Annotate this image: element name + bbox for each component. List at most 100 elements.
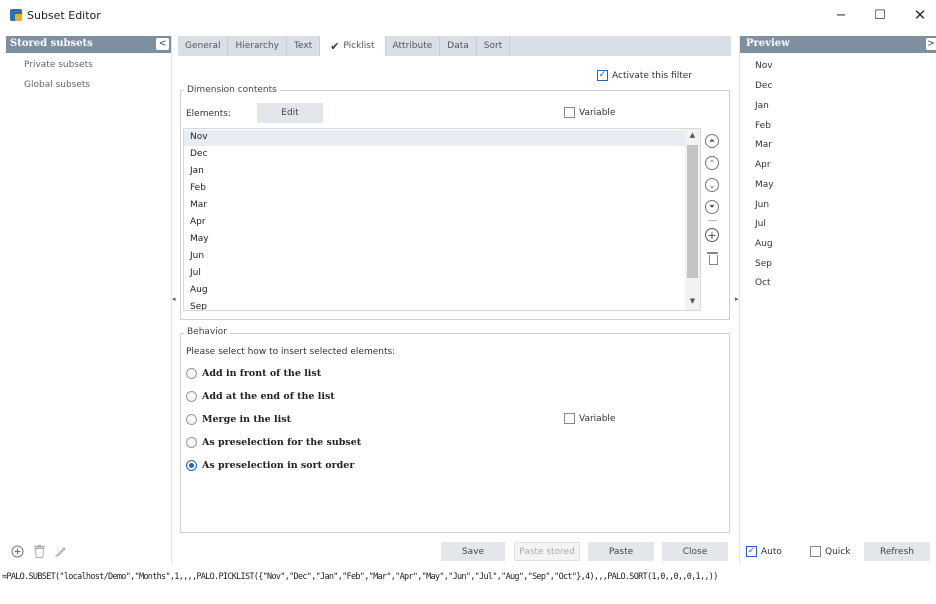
formula-text: =PALO.SUBSET("localhost/Demo","Months",1…: [2, 572, 718, 582]
radio-label: As preselection in sort order: [202, 460, 355, 471]
preview-title: Preview: [746, 38, 790, 49]
add-icon[interactable]: [10, 544, 24, 558]
radio-merge[interactable]: Merge in the list: [186, 414, 291, 425]
radio-label: Add at the end of the list: [202, 391, 335, 402]
list-item[interactable]: Jul: [190, 268, 201, 278]
tab-attribute-label: Attribute: [392, 41, 433, 51]
radio-preselection-sort[interactable]: As preselection in sort order: [186, 460, 354, 471]
pencil-icon[interactable]: [54, 544, 68, 558]
scroll-up-arrow-icon[interactable]: ▲: [688, 131, 697, 141]
tab-attribute[interactable]: Attribute: [386, 36, 441, 56]
behavior-group: [180, 333, 730, 533]
preview-item: Dec: [755, 81, 773, 91]
preview-item: Jan: [755, 101, 769, 111]
quick-checkbox[interactable]: Quick: [810, 546, 850, 557]
close-button[interactable]: Close: [662, 542, 728, 561]
collapse-preview-button[interactable]: >: [926, 38, 936, 50]
variable-label-top: Variable: [579, 107, 616, 118]
splitter-left-arrow-icon[interactable]: ◂: [172, 295, 176, 303]
tab-general[interactable]: General: [178, 36, 229, 56]
list-item[interactable]: Jun: [190, 251, 204, 261]
list-item[interactable]: Mar: [190, 200, 207, 210]
add-element-icon[interactable]: +: [705, 228, 719, 242]
save-button[interactable]: Save: [441, 542, 505, 561]
preview-item: Sep: [755, 259, 772, 269]
minimize-button[interactable]: −: [826, 4, 856, 26]
radio-add-front[interactable]: Add in front of the list: [186, 368, 321, 379]
radio-label: As preselection for the subset: [202, 437, 362, 448]
radio-preselection-subset[interactable]: As preselection for the subset: [186, 437, 361, 448]
edit-button[interactable]: Edit: [257, 103, 323, 123]
tab-sort[interactable]: Sort: [477, 36, 511, 56]
preview-item: Nov: [755, 61, 773, 71]
tree-item-global-subsets[interactable]: Global subsets: [24, 80, 90, 90]
refresh-button[interactable]: Refresh: [864, 542, 930, 561]
trash-icon[interactable]: [32, 544, 46, 558]
radio-button[interactable]: [186, 414, 197, 425]
radio-button[interactable]: [186, 437, 197, 448]
variable-label-bottom: Variable: [579, 413, 616, 424]
window-title: Subset Editor: [27, 9, 101, 22]
tab-bar: General Hierarchy Text ✔ Picklist Attribu…: [178, 36, 731, 56]
paste-button[interactable]: Paste: [588, 542, 654, 561]
variable-checkbox-bottom[interactable]: Variable: [564, 413, 615, 424]
quick-label: Quick: [825, 546, 851, 557]
stored-subsets-title: Stored subsets: [10, 38, 93, 49]
tree-item-private-subsets[interactable]: Private subsets: [24, 60, 93, 70]
elements-listbox[interactable]: Nov Dec Jan Feb Mar Apr May Jun Jul Aug …: [183, 128, 701, 311]
app-icon: [10, 9, 22, 21]
radio-button[interactable]: [186, 368, 197, 379]
preview-item: Oct: [755, 278, 771, 288]
behavior-prompt: Please select how to insert selected ele…: [186, 347, 396, 357]
maximize-button[interactable]: ☐: [865, 4, 895, 26]
preview-item: Aug: [755, 239, 773, 249]
delete-element-icon[interactable]: [707, 252, 718, 265]
radio-label: Merge in the list: [202, 414, 291, 425]
tab-hierarchy[interactable]: Hierarchy: [228, 36, 287, 56]
list-item[interactable]: Aug: [190, 285, 208, 295]
tab-text[interactable]: Text: [287, 36, 321, 56]
close-window-button[interactable]: ✕: [905, 4, 935, 26]
list-item[interactable]: May: [190, 234, 209, 244]
radio-button[interactable]: [186, 391, 197, 402]
activate-filter-check[interactable]: ✓: [597, 70, 608, 81]
preview-header: Preview >: [740, 36, 936, 53]
move-bottom-icon[interactable]: ⏷: [705, 200, 719, 214]
list-item[interactable]: Apr: [190, 217, 206, 227]
variable-check-bottom[interactable]: [564, 413, 575, 424]
auto-checkbox[interactable]: ✓ Auto: [746, 546, 782, 557]
dimension-contents-legend: Dimension contents: [184, 85, 280, 95]
scroll-thumb[interactable]: [687, 145, 698, 278]
list-item[interactable]: Sep: [190, 302, 207, 310]
radio-button-selected[interactable]: [186, 460, 197, 471]
move-down-icon[interactable]: ⌄: [705, 178, 719, 192]
preview-item: Apr: [755, 160, 771, 170]
quick-check[interactable]: [810, 546, 821, 557]
activate-filter-checkbox[interactable]: ✓ Activate this filter: [597, 70, 692, 81]
selected-row-highlight: [184, 130, 685, 146]
variable-checkbox-top[interactable]: Variable: [564, 107, 615, 118]
tab-hierarchy-label: Hierarchy: [235, 41, 279, 51]
list-item[interactable]: Dec: [190, 149, 207, 159]
list-item[interactable]: Nov: [190, 132, 208, 142]
left-panel-toolbar: [10, 544, 68, 558]
auto-check[interactable]: ✓: [746, 546, 757, 557]
splitter-right-arrow-icon[interactable]: ▸: [735, 295, 739, 303]
tab-picklist[interactable]: ✔ Picklist: [320, 36, 386, 56]
variable-check-top[interactable]: [564, 107, 575, 118]
radio-label: Add in front of the list: [202, 368, 322, 379]
auto-label: Auto: [761, 546, 782, 557]
list-item[interactable]: Jan: [190, 166, 204, 176]
paste-stored-button[interactable]: Paste stored: [514, 542, 580, 561]
tab-data-label: Data: [447, 41, 469, 51]
preview-item: May: [755, 180, 774, 190]
scroll-down-arrow-icon[interactable]: ▼: [688, 297, 697, 307]
radio-add-end[interactable]: Add at the end of the list: [186, 391, 335, 402]
collapse-left-button[interactable]: <: [156, 38, 169, 50]
title-bar: Subset Editor − ☐ ✕: [0, 0, 936, 30]
move-top-icon[interactable]: ⏶: [705, 134, 719, 148]
list-item[interactable]: Feb: [190, 183, 206, 193]
list-scrollbar[interactable]: ▲ ▼: [685, 129, 700, 310]
move-up-icon[interactable]: ⌃: [705, 156, 719, 170]
tab-data[interactable]: Data: [440, 36, 477, 56]
